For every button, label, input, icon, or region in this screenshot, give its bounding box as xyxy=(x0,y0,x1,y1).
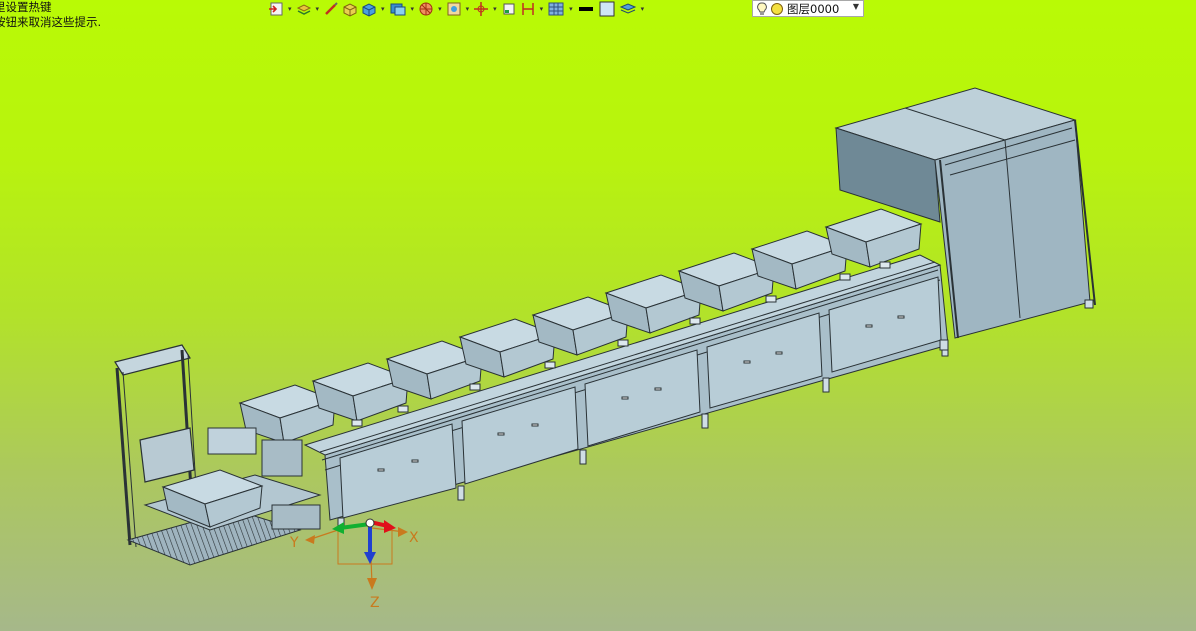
axis-triad: Y X Z xyxy=(289,518,419,611)
3d-viewport[interactable]: Y X Z xyxy=(0,0,1196,631)
axis-label-z: Z xyxy=(370,595,380,611)
axis-label-y: Y xyxy=(289,535,299,551)
axis-label-x: X xyxy=(409,530,419,546)
machine-model[interactable] xyxy=(114,87,1096,566)
